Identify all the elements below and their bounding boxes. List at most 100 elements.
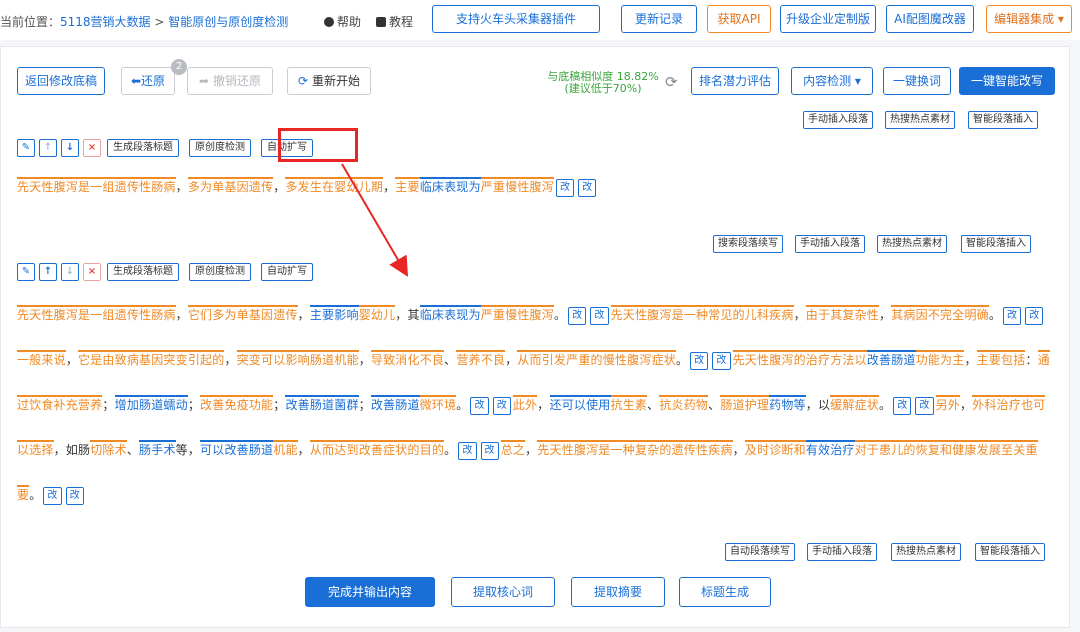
rewrite-sentence-button[interactable]: 改 <box>690 352 709 370</box>
rewrite-sentence-button[interactable]: 改 <box>568 307 587 325</box>
originality-check-button[interactable]: 原创度检测 <box>189 263 251 281</box>
synonym-word: 多发生在 <box>285 177 335 194</box>
hot-material-button[interactable]: 热搜热点素材 <box>877 235 947 253</box>
smart-rewrite-sentence-button[interactable]: 改 <box>1025 307 1044 325</box>
synonym-word: 饮食 <box>29 395 54 412</box>
edit-icon[interactable]: ✎ <box>17 263 35 281</box>
synonym-word: 一组 <box>90 305 115 322</box>
tutorial-link[interactable]: 教程 <box>376 13 413 30</box>
auto-expand-button[interactable]: 自动扩写 <box>261 263 313 281</box>
page: 当前位置：5118营销大数据 > 智能原创与原创度检测 帮助 教程 支持火车头采… <box>0 0 1080 632</box>
get-api-button[interactable]: 获取API <box>707 5 771 33</box>
move-up-icon[interactable]: ↑ <box>39 139 57 157</box>
synonym-word: 从而达到 <box>309 440 359 457</box>
smart-rewrite-sentence-button[interactable]: 改 <box>578 179 597 197</box>
smart-insert-button[interactable]: 智能段落插入 <box>961 235 1031 253</box>
similarity-hint: (建议低于70%) <box>564 82 642 95</box>
changed-word: 临床表现为 <box>419 305 481 322</box>
content-detect-label: 内容检测 <box>803 74 852 88</box>
hot-material-button[interactable]: 热搜热点素材 <box>891 543 961 561</box>
synonym-word: 基因遗传 <box>224 177 274 194</box>
punctuation: 。 <box>675 353 689 367</box>
restart-button[interactable]: ⟳ 重新开始 <box>287 67 371 95</box>
tutorial-label: 教程 <box>389 15 414 29</box>
synonym-word: 多为 <box>187 177 213 194</box>
rewrite-sentence-button[interactable]: 改 <box>555 179 575 197</box>
ai-image-button[interactable]: AI配图魔改器 <box>886 5 974 33</box>
rewrite-sentence-button[interactable]: 改 <box>458 442 477 460</box>
undo-label: 还原 <box>141 74 166 88</box>
manual-insert-button[interactable]: 手动插入段落 <box>795 235 865 253</box>
synonym-word: 严重的 <box>566 350 603 367</box>
highlight-box <box>278 128 358 162</box>
redo-button[interactable]: ➦ 撤销还原 <box>187 67 273 95</box>
punctuation: 。 <box>878 398 892 412</box>
generate-title-button[interactable]: 标题生成 <box>679 577 771 607</box>
synonym-word: 它们 <box>187 305 213 322</box>
gen-title-button[interactable]: 生成段落标题 <box>107 139 179 157</box>
synonym-word: 总之 <box>500 440 526 457</box>
manual-insert-button[interactable]: 手动插入段落 <box>807 543 877 561</box>
originality-check-button[interactable]: 原创度检测 <box>189 139 251 157</box>
synonym-word: 儿科疾病 <box>744 305 794 322</box>
smart-rewrite-sentence-button[interactable]: 改 <box>492 397 511 415</box>
rank-evaluate-button[interactable]: 排名潜力评估 <box>691 67 779 95</box>
rewrite-sentence-button[interactable]: 改 <box>470 397 489 415</box>
rewrite-sentence-button[interactable]: 改 <box>1003 307 1022 325</box>
gen-title-button[interactable]: 生成段落标题 <box>107 263 179 281</box>
synonym-word: 为主 <box>940 350 965 367</box>
search-continue-button[interactable]: 搜索段落续写 <box>713 235 783 253</box>
smart-rewrite-sentence-button[interactable]: 改 <box>915 397 934 415</box>
finish-output-button[interactable]: 完成并输出内容 <box>305 577 435 607</box>
smart-insert-button[interactable]: 智能段落插入 <box>975 543 1045 561</box>
synonym-word: 严重 <box>480 177 506 194</box>
punctuation: ， <box>505 353 518 367</box>
smart-rewrite-sentence-button[interactable]: 改 <box>65 487 84 505</box>
edit-icon[interactable]: ✎ <box>17 139 35 157</box>
punctuation: 。 <box>553 308 567 322</box>
extract-summary-button[interactable]: 提取摘要 <box>571 577 665 607</box>
smart-rewrite-sentence-button[interactable]: 改 <box>480 442 499 460</box>
extract-keywords-button[interactable]: 提取核心词 <box>451 577 555 607</box>
rewrite-sentence-button[interactable]: 改 <box>893 397 912 415</box>
refresh-similarity-icon[interactable]: ⟳ <box>665 73 678 91</box>
synonym-word: 改善症状 <box>358 440 408 457</box>
changed-word: 药物等 <box>769 395 806 412</box>
undo-button[interactable]: ⬅还原 <box>121 67 175 95</box>
smart-rewrite-sentence-button[interactable]: 改 <box>590 307 609 325</box>
smart-rewrite-sentence-button[interactable]: 改 <box>712 352 731 370</box>
help-link[interactable]: 帮助 <box>324 13 361 30</box>
synonym-word: 一种 <box>610 440 635 457</box>
paragraph-2[interactable]: 先天性腹泻是一组遗传性肠病，它们多为单基因遗传，主要影响婴幼儿，其临床表现为严重… <box>17 293 1057 518</box>
delete-icon[interactable]: × <box>83 139 101 157</box>
enterprise-button[interactable]: 升级企业定制版 <box>780 5 876 33</box>
changelog-button[interactable]: 更新记录 <box>621 5 697 33</box>
paragraph-1[interactable]: 先天性腹泻是一组遗传性肠病，多为单基因遗传，多发生在婴幼儿期，主要临床表现为严重… <box>17 177 1057 197</box>
changed-word: 可以 <box>200 440 225 457</box>
delete-icon[interactable]: × <box>83 263 101 281</box>
punctuation: 。 <box>456 398 469 412</box>
move-down-icon[interactable]: ↓ <box>61 139 79 157</box>
synonym-word: 护理 <box>744 395 770 412</box>
breadcrumb-current-link[interactable]: 智能原创与原创度检测 <box>168 15 288 29</box>
hot-material-button[interactable]: 热搜热点素材 <box>885 111 955 129</box>
synonym-word: 腹泻 <box>647 305 672 322</box>
caret-down-icon: ▾ <box>854 74 861 88</box>
plugin-button[interactable]: 支持火车头采集器插件 <box>432 5 600 33</box>
replace-words-button[interactable]: 一键换词 <box>883 67 951 95</box>
editor-dropdown[interactable]: 编辑器集成 ▾ <box>986 5 1072 33</box>
breadcrumb-home-link[interactable]: 5118营销大数据 <box>60 15 151 29</box>
punctuation: ， <box>793 308 806 322</box>
changed-word: 还可以使用 <box>549 395 611 412</box>
punctuation: ， <box>175 308 188 322</box>
manual-insert-button[interactable]: 手动插入段落 <box>803 111 873 129</box>
smart-rewrite-button[interactable]: 一键智能改写 <box>959 67 1055 95</box>
rewrite-sentence-button[interactable]: 改 <box>43 487 62 505</box>
move-up-icon[interactable]: ↑ <box>39 263 57 281</box>
back-edit-button[interactable]: 返回修改底稿 <box>17 67 105 95</box>
move-down-icon[interactable]: ↓ <box>61 263 79 281</box>
undo-icon: ⬅ <box>130 74 142 88</box>
smart-insert-button[interactable]: 智能段落插入 <box>968 111 1038 129</box>
content-detect-dropdown[interactable]: 内容检测 ▾ <box>791 67 873 95</box>
auto-continue-button[interactable]: 自动段落续写 <box>725 543 795 561</box>
